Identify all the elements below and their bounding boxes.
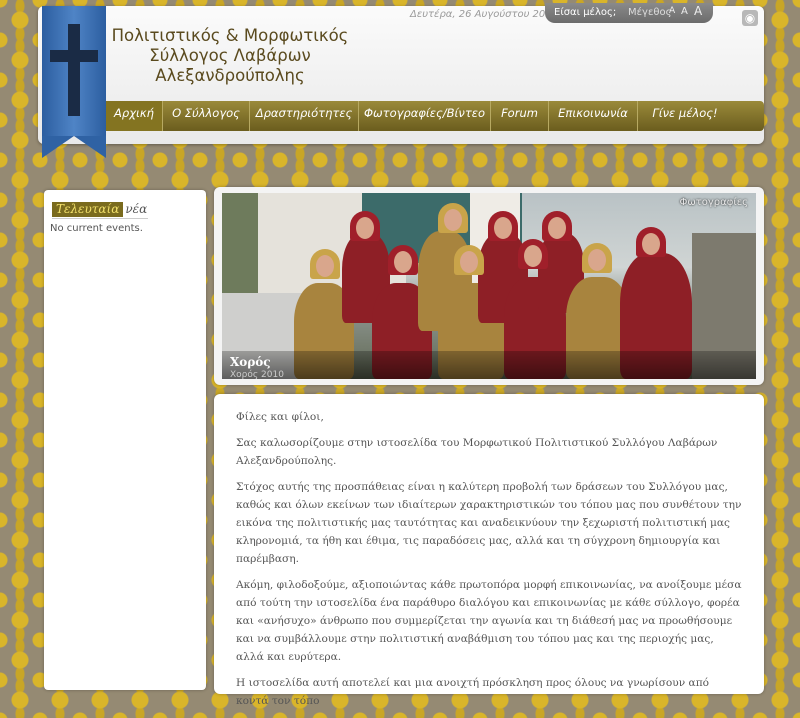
slideshow-title[interactable]: Χορός [230,355,271,369]
main-nav: Αρχική Ο Σύλλογος Δραστηριότητες Φωτογρα… [106,101,764,131]
cross-icon [68,24,80,116]
sidebar: Τελευταία νέα No current events. [44,190,206,690]
nav-item-forum[interactable]: Forum [491,101,549,131]
member-tab: Είσαι μέλος; Μέγεθος A A A [545,3,713,23]
slideshow-category[interactable]: Φωτογραφίες [680,197,749,208]
slideshow-caption: Χορός Χορός 2010 [222,351,756,379]
font-size-medium-button[interactable]: A [681,6,688,17]
slideshow: Φωτογραφίες Χορός Χορός 2010 [214,187,764,385]
article-paragraph: Η ιστοσελίδα αυτή αποτελεί και μια ανοιχ… [236,677,710,707]
site-title-line: Σύλλογος Λαβάρων [149,46,311,65]
font-size-large-button[interactable]: A [694,4,702,18]
main-content: Φίλες και φίλοι, Σας καλωσορίζουμε στην … [214,394,764,707]
heading-rest: νέα [125,202,148,216]
article-paragraph: Σας καλωσορίζουμε στην ιστοσελίδα του Μο… [236,437,718,467]
nav-item-home[interactable]: Αρχική [106,101,163,131]
no-events-text: No current events. [50,223,143,234]
article-paragraph: Στόχος αυτής της προσπάθειας είναι η καλ… [236,481,742,565]
site-title-line: Αλεξανδρούπολης [155,66,305,85]
welcome-article: Φίλες και φίλοι, Σας καλωσορίζουμε στην … [236,408,744,718]
rss-icon[interactable]: ◉ [742,10,758,26]
site-title[interactable]: Πολιτιστικός & Μορφωτικός Σύλλογος Λαβάρ… [110,26,350,86]
cross-icon-bar [50,50,98,62]
current-date: Δευτέρα, 26 Αυγούστου 2013 [410,9,558,20]
slideshow-photo[interactable]: Φωτογραφίες Χορός Χορός 2010 [222,193,756,379]
member-link[interactable]: Είσαι μέλος; [554,7,616,18]
nav-item-join[interactable]: Γίνε μέλος! [638,101,732,131]
nav-item-photos-videos[interactable]: Φωτογραφίες/Βίντεο [359,101,491,131]
banner-tail [42,136,106,158]
font-size-label: Μέγεθος [628,7,672,18]
nav-item-contact[interactable]: Επικοινωνία [549,101,638,131]
font-size-small-button[interactable]: A [669,6,675,16]
nav-item-association[interactable]: Ο Σύλλογος [163,101,250,131]
site-title-line: Πολιτιστικός & Μορφωτικός [111,26,349,45]
slideshow-subtitle: Χορός 2010 [230,370,284,379]
heading-highlight: Τελευταία [52,202,124,217]
article-paragraph: Ακόμη, φιλοδοξούμε, αξιοποιώντας κάθε πρ… [236,579,742,663]
article-paragraph: Φίλες και φίλοι, [236,411,324,423]
latest-news-heading: Τελευταία νέα [52,202,148,219]
logo-banner[interactable] [42,6,106,136]
nav-item-activities[interactable]: Δραστηριότητες [250,101,359,131]
